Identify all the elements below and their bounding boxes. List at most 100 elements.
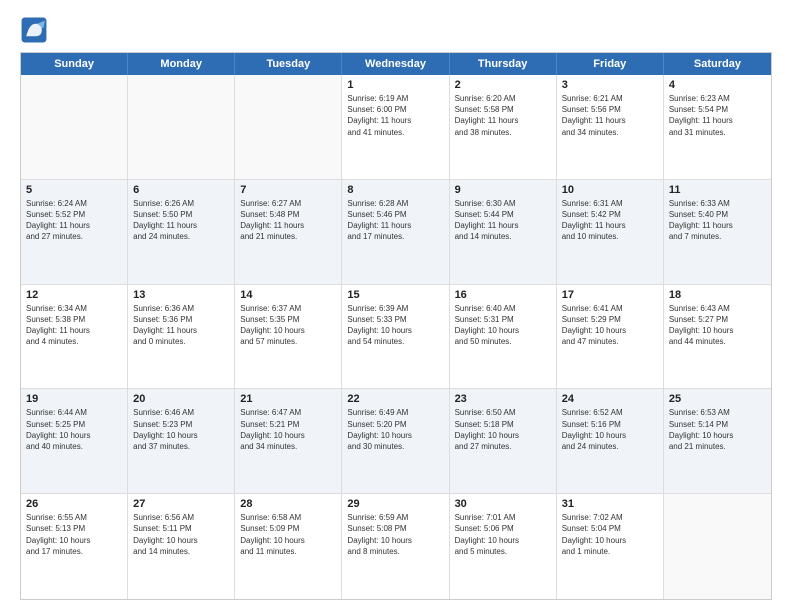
- cell-date: 3: [562, 79, 658, 91]
- cell-info: Sunrise: 7:01 AM Sunset: 5:06 PM Dayligh…: [455, 512, 551, 557]
- cell-info: Sunrise: 6:43 AM Sunset: 5:27 PM Dayligh…: [669, 303, 766, 348]
- cell-info: Sunrise: 6:27 AM Sunset: 5:48 PM Dayligh…: [240, 198, 336, 243]
- cell-info: Sunrise: 6:50 AM Sunset: 5:18 PM Dayligh…: [455, 407, 551, 452]
- cell-info: Sunrise: 6:30 AM Sunset: 5:44 PM Dayligh…: [455, 198, 551, 243]
- day-header-tuesday: Tuesday: [235, 53, 342, 75]
- cell-info: Sunrise: 6:36 AM Sunset: 5:36 PM Dayligh…: [133, 303, 229, 348]
- cell-date: 7: [240, 184, 336, 196]
- cell-date: 1: [347, 79, 443, 91]
- cell-info: Sunrise: 6:28 AM Sunset: 5:46 PM Dayligh…: [347, 198, 443, 243]
- cell-info: Sunrise: 7:02 AM Sunset: 5:04 PM Dayligh…: [562, 512, 658, 557]
- calendar-body: 1 Sunrise: 6:19 AM Sunset: 6:00 PM Daylig…: [21, 75, 771, 599]
- day-header-friday: Friday: [557, 53, 664, 75]
- calendar-cell: 15Sunrise: 6:39 AM Sunset: 5:33 PM Dayli…: [342, 285, 449, 389]
- calendar-cell: 14 Sunrise: 6:37 AM Sunset: 5:35 PM Dayli…: [235, 285, 342, 389]
- cell-info: Sunrise: 6:47 AM Sunset: 5:21 PM Dayligh…: [240, 407, 336, 452]
- calendar-cell: [128, 75, 235, 179]
- cell-date: 29: [347, 498, 443, 510]
- cell-date: 15: [347, 289, 443, 301]
- cell-date: 26: [26, 498, 122, 510]
- cell-date: 14: [240, 289, 336, 301]
- calendar-row: 26 Sunrise: 6:55 AM Sunset: 5:13 PM Dayli…: [21, 494, 771, 599]
- header: [20, 16, 772, 44]
- calendar-row: 5 Sunrise: 6:24 AM Sunset: 5:52 PM Daylig…: [21, 180, 771, 285]
- cell-date: 6: [133, 184, 229, 196]
- calendar-cell: 8 Sunrise: 6:28 AM Sunset: 5:46 PM Daylig…: [342, 180, 449, 284]
- cell-date: 28: [240, 498, 336, 510]
- calendar-cell: 20 Sunrise: 6:46 AM Sunset: 5:23 PM Dayli…: [128, 389, 235, 493]
- calendar-cell: 31 Sunrise: 7:02 AM Sunset: 5:04 PM Dayli…: [557, 494, 664, 599]
- calendar-cell: 13Sunrise: 6:36 AM Sunset: 5:36 PM Dayli…: [128, 285, 235, 389]
- calendar-cell: 2 Sunrise: 6:20 AM Sunset: 5:58 PM Daylig…: [450, 75, 557, 179]
- calendar-cell: 24Sunrise: 6:52 AM Sunset: 5:16 PM Dayli…: [557, 389, 664, 493]
- cell-date: 17: [562, 289, 658, 301]
- cell-date: 19: [26, 393, 122, 405]
- calendar-cell: 9 Sunrise: 6:30 AM Sunset: 5:44 PM Daylig…: [450, 180, 557, 284]
- cell-date: 20: [133, 393, 229, 405]
- cell-date: 16: [455, 289, 551, 301]
- cell-date: 8: [347, 184, 443, 196]
- day-header-sunday: Sunday: [21, 53, 128, 75]
- cell-info: Sunrise: 6:19 AM Sunset: 6:00 PM Dayligh…: [347, 93, 443, 138]
- cell-date: 27: [133, 498, 229, 510]
- calendar-cell: 6 Sunrise: 6:26 AM Sunset: 5:50 PM Daylig…: [128, 180, 235, 284]
- calendar-cell: 10 Sunrise: 6:31 AM Sunset: 5:42 PM Dayli…: [557, 180, 664, 284]
- calendar-cell: [235, 75, 342, 179]
- cell-date: 23: [455, 393, 551, 405]
- cell-date: 5: [26, 184, 122, 196]
- cell-info: Sunrise: 6:24 AM Sunset: 5:52 PM Dayligh…: [26, 198, 122, 243]
- cell-date: 31: [562, 498, 658, 510]
- calendar-cell: [664, 494, 771, 599]
- page: SundayMondayTuesdayWednesdayThursdayFrid…: [0, 0, 792, 612]
- cell-date: 10: [562, 184, 658, 196]
- cell-info: Sunrise: 6:20 AM Sunset: 5:58 PM Dayligh…: [455, 93, 551, 138]
- calendar-cell: 7 Sunrise: 6:27 AM Sunset: 5:48 PM Daylig…: [235, 180, 342, 284]
- logo: [20, 16, 52, 44]
- cell-info: Sunrise: 6:40 AM Sunset: 5:31 PM Dayligh…: [455, 303, 551, 348]
- cell-date: 25: [669, 393, 766, 405]
- cell-date: 24: [562, 393, 658, 405]
- cell-info: Sunrise: 6:37 AM Sunset: 5:35 PM Dayligh…: [240, 303, 336, 348]
- day-header-thursday: Thursday: [450, 53, 557, 75]
- cell-date: 18: [669, 289, 766, 301]
- cell-date: 30: [455, 498, 551, 510]
- calendar: SundayMondayTuesdayWednesdayThursdayFrid…: [20, 52, 772, 600]
- calendar-cell: 25Sunrise: 6:53 AM Sunset: 5:14 PM Dayli…: [664, 389, 771, 493]
- calendar-row: 19 Sunrise: 6:44 AM Sunset: 5:25 PM Dayli…: [21, 389, 771, 494]
- cell-info: Sunrise: 6:31 AM Sunset: 5:42 PM Dayligh…: [562, 198, 658, 243]
- logo-icon: [20, 16, 48, 44]
- cell-info: Sunrise: 6:21 AM Sunset: 5:56 PM Dayligh…: [562, 93, 658, 138]
- calendar-cell: 5 Sunrise: 6:24 AM Sunset: 5:52 PM Daylig…: [21, 180, 128, 284]
- cell-date: 9: [455, 184, 551, 196]
- cell-info: Sunrise: 6:26 AM Sunset: 5:50 PM Dayligh…: [133, 198, 229, 243]
- calendar-cell: 11Sunrise: 6:33 AM Sunset: 5:40 PM Dayli…: [664, 180, 771, 284]
- cell-info: Sunrise: 6:58 AM Sunset: 5:09 PM Dayligh…: [240, 512, 336, 557]
- calendar-cell: 12Sunrise: 6:34 AM Sunset: 5:38 PM Dayli…: [21, 285, 128, 389]
- cell-info: Sunrise: 6:46 AM Sunset: 5:23 PM Dayligh…: [133, 407, 229, 452]
- day-header-wednesday: Wednesday: [342, 53, 449, 75]
- calendar-row: 12Sunrise: 6:34 AM Sunset: 5:38 PM Dayli…: [21, 285, 771, 390]
- cell-date: 22: [347, 393, 443, 405]
- cell-info: Sunrise: 6:44 AM Sunset: 5:25 PM Dayligh…: [26, 407, 122, 452]
- cell-info: Sunrise: 6:55 AM Sunset: 5:13 PM Dayligh…: [26, 512, 122, 557]
- calendar-cell: 22 Sunrise: 6:49 AM Sunset: 5:20 PM Dayli…: [342, 389, 449, 493]
- day-header-monday: Monday: [128, 53, 235, 75]
- calendar-cell: 29 Sunrise: 6:59 AM Sunset: 5:08 PM Dayli…: [342, 494, 449, 599]
- calendar-cell: [21, 75, 128, 179]
- cell-info: Sunrise: 6:23 AM Sunset: 5:54 PM Dayligh…: [669, 93, 766, 138]
- day-header-saturday: Saturday: [664, 53, 771, 75]
- calendar-cell: 28 Sunrise: 6:58 AM Sunset: 5:09 PM Dayli…: [235, 494, 342, 599]
- calendar-cell: 16 Sunrise: 6:40 AM Sunset: 5:31 PM Dayli…: [450, 285, 557, 389]
- cell-info: Sunrise: 6:41 AM Sunset: 5:29 PM Dayligh…: [562, 303, 658, 348]
- calendar-cell: 4Sunrise: 6:23 AM Sunset: 5:54 PM Daylig…: [664, 75, 771, 179]
- cell-info: Sunrise: 6:56 AM Sunset: 5:11 PM Dayligh…: [133, 512, 229, 557]
- cell-info: Sunrise: 6:49 AM Sunset: 5:20 PM Dayligh…: [347, 407, 443, 452]
- calendar-cell: 18 Sunrise: 6:43 AM Sunset: 5:27 PM Dayli…: [664, 285, 771, 389]
- calendar-cell: 19 Sunrise: 6:44 AM Sunset: 5:25 PM Dayli…: [21, 389, 128, 493]
- calendar-cell: 1 Sunrise: 6:19 AM Sunset: 6:00 PM Daylig…: [342, 75, 449, 179]
- cell-date: 2: [455, 79, 551, 91]
- calendar-cell: 23 Sunrise: 6:50 AM Sunset: 5:18 PM Dayli…: [450, 389, 557, 493]
- cell-info: Sunrise: 6:34 AM Sunset: 5:38 PM Dayligh…: [26, 303, 122, 348]
- calendar-cell: 21Sunrise: 6:47 AM Sunset: 5:21 PM Dayli…: [235, 389, 342, 493]
- cell-info: Sunrise: 6:59 AM Sunset: 5:08 PM Dayligh…: [347, 512, 443, 557]
